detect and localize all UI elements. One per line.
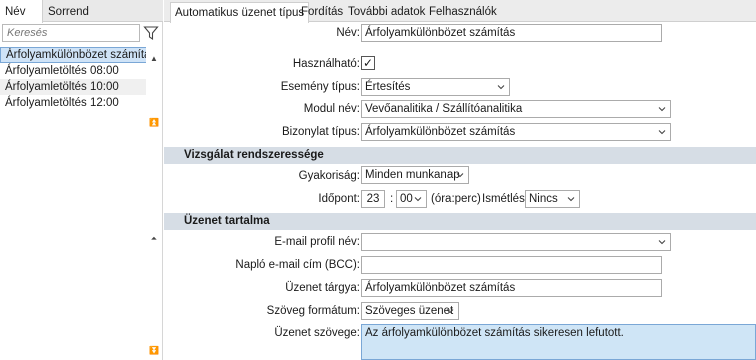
scroll-up-icon[interactable]: ▲ [148,53,160,65]
chevron-down-icon [658,130,666,135]
time-label: Időpont: [318,193,360,205]
right-panel: Automatikus üzenet típus Fordítás Tovább… [164,0,756,360]
time-format-hint: (óra:perc) [431,193,481,205]
filter-icon[interactable] [143,25,159,41]
document-type-value: Árfolyamkülönbözet számítás [365,126,516,138]
module-value: Vevőanalitika / Szállítóanalitika [365,103,523,115]
left-tab-bar: Név Sorrend [0,0,163,23]
chevron-down-icon [456,173,464,178]
chevron-down-icon [658,240,666,245]
repeat-select[interactable]: Nincs [525,190,580,208]
chevron-down-icon [658,107,666,112]
tab-name[interactable]: Név [0,0,43,23]
repeat-value: Nincs [529,193,558,205]
search-input[interactable] [2,24,140,42]
tab-auto-message-type[interactable]: Automatikus üzenet típus [170,2,310,23]
section-message-title: Üzenet tartalma [164,213,756,230]
document-type-label: Bizonylat típus: [282,126,360,138]
tab-order[interactable]: Sorrend [43,0,94,22]
text-format-value: Szöveges üzenet [365,305,454,317]
text-format-label: Szöveg formátum: [266,305,360,317]
log-email-label: Napló e-mail cím (BCC): [235,259,360,271]
message-body-textarea[interactable]: Az árfolyamkülönbözet számítás sikeresen… [361,324,756,360]
chevron-down-icon [497,85,505,90]
scroll-top-icon[interactable]: ⏫ [148,117,160,129]
event-type-label: Esemény típus: [280,81,360,93]
chevron-down-icon [414,197,422,202]
event-type-select[interactable]: Értesítés [361,78,510,96]
frequency-value: Minden munkanap [365,169,460,181]
frequency-select[interactable]: Minden munkanap [361,166,469,184]
left-panel: Név Sorrend Árfolyamkülönbözet számítás … [0,0,163,360]
time-colon: : [390,193,394,205]
email-profile-label: E-mail profil név: [274,236,360,248]
repeat-label: Ismétlés: [482,193,529,205]
tab-users[interactable]: Felhasználók [425,2,501,22]
name-label: Név: [336,27,360,39]
minute-select[interactable]: 00 [396,190,427,208]
log-email-field[interactable] [361,256,662,274]
list-item[interactable]: Árfolyamletöltés 10:00 [0,79,147,95]
message-body-label: Üzenet szövege: [274,327,360,339]
hour-field[interactable]: 23 [361,190,385,208]
subject-field[interactable]: Árfolyamkülönbözet számítás [361,279,662,297]
tab-translation[interactable]: Fordítás [297,2,347,22]
section-schedule-title: Vizsgálat rendszeressége [164,147,756,164]
event-type-value: Értesítés [365,81,411,93]
right-tab-bar: Automatikus üzenet típus Fordítás Tovább… [164,0,756,23]
scroll-bottom-icon[interactable]: ⏬ [148,345,160,357]
minute-value: 00 [400,193,413,205]
name-field[interactable]: Árfolyamkülönbözet számítás [361,24,662,42]
scroll-prev-icon[interactable]: ⏶ [148,233,160,245]
text-format-select[interactable]: Szöveges üzenet [361,302,459,320]
document-type-select[interactable]: Árfolyamkülönbözet számítás [361,123,671,141]
search-row [0,23,163,43]
list-item[interactable]: Árfolyamkülönbözet számítás [0,47,147,63]
usable-checkbox[interactable]: ✓ [361,56,375,70]
module-label: Modul név: [303,103,360,115]
usable-label: Használható: [292,58,360,70]
chevron-down-icon [567,197,575,202]
list-scrollbar[interactable]: ▲ ⏫ ⏶ ⏬ [146,47,162,360]
email-profile-select[interactable] [361,233,671,251]
list-item[interactable]: Árfolyamletöltés 08:00 [0,63,147,79]
frequency-label: Gyakoriság: [298,170,360,182]
subject-label: Üzenet tárgya: [285,282,360,294]
list-item[interactable]: Árfolyamletöltés 12:00 [0,95,147,111]
module-select[interactable]: Vevőanalitika / Szállítóanalitika [361,100,671,118]
chevron-down-icon [446,309,454,314]
item-list: Árfolyamkülönbözet számítás Árfolyamletö… [0,47,147,111]
tab-additional-data[interactable]: További adatok [344,2,429,22]
